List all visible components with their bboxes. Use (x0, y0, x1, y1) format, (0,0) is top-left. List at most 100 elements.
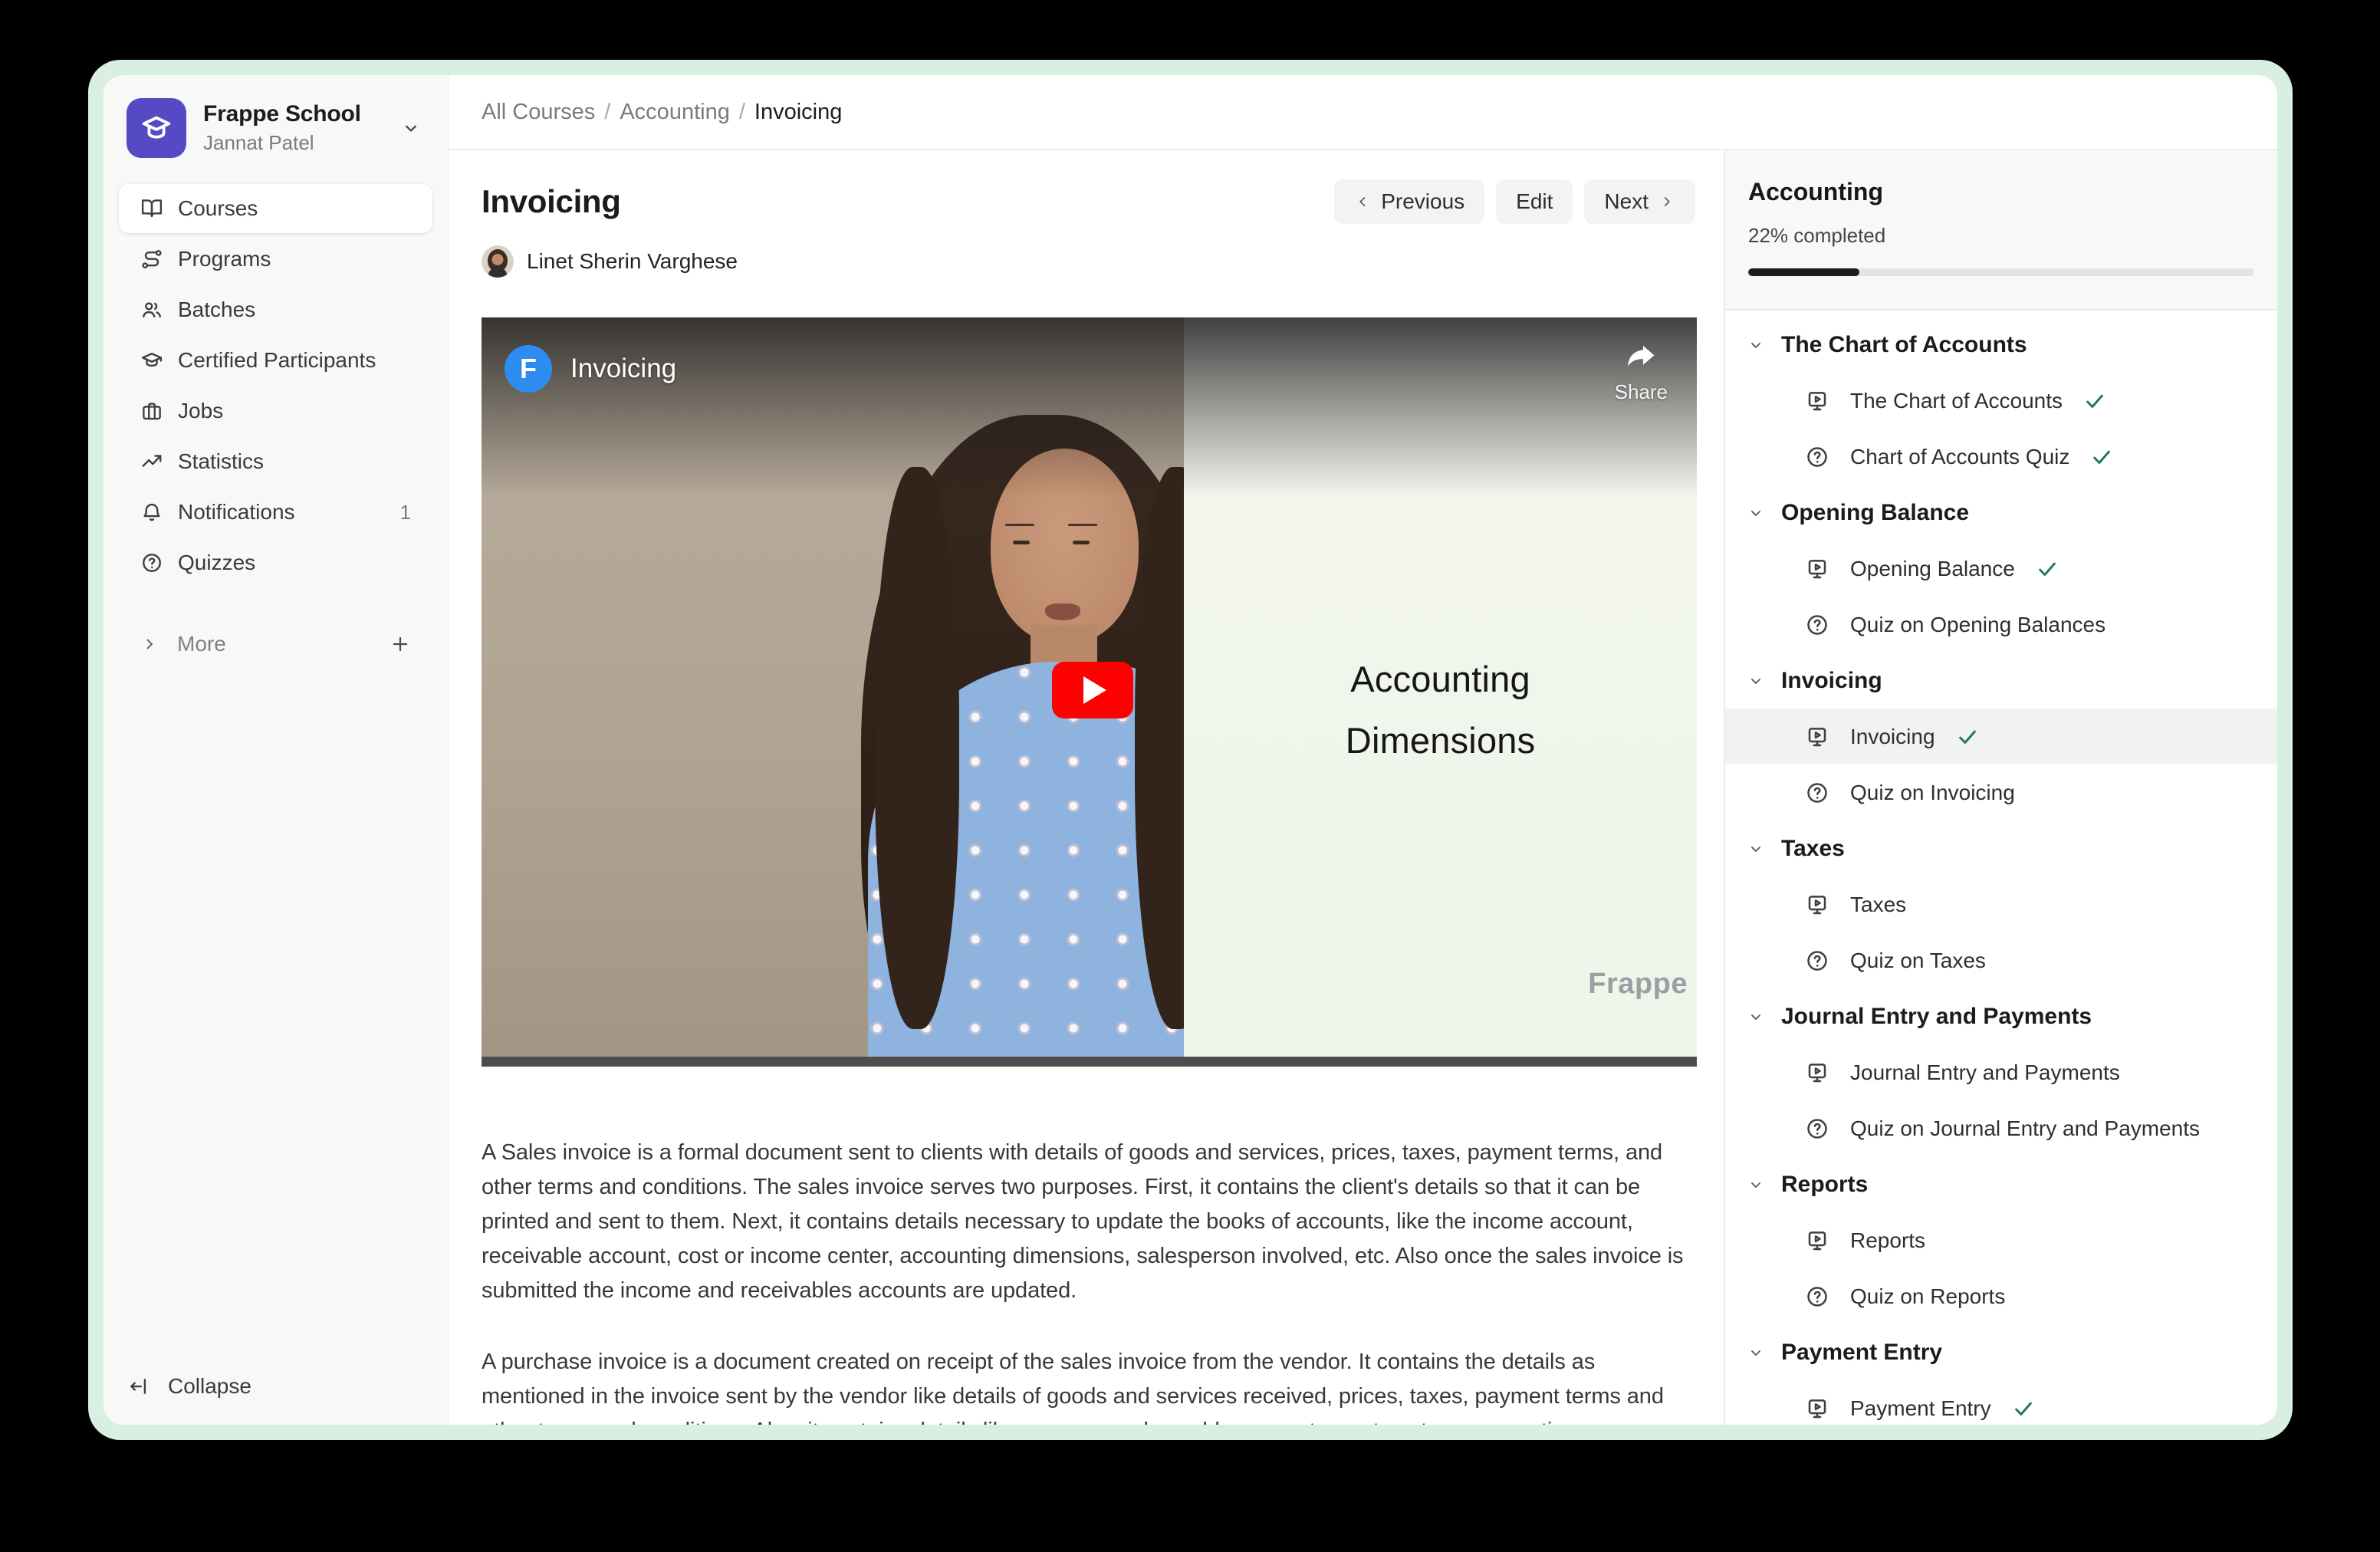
outline-header: Accounting 22% completed (1725, 150, 2277, 311)
lesson-video-icon (1805, 389, 1829, 413)
author-name: Linet Sherin Varghese (527, 249, 738, 274)
left-sidebar: Frappe School Jannat Patel Courses Progr… (104, 75, 449, 1425)
course-title: Accounting (1748, 178, 2254, 206)
chevron-down-icon (1747, 1176, 1765, 1194)
brand-text: Frappe School Jannat Patel (203, 101, 383, 155)
chevron-down-icon (1747, 840, 1765, 858)
lesson-video-icon (1805, 557, 1829, 581)
bell-icon (140, 501, 163, 524)
quiz-question-icon (1805, 445, 1829, 469)
outline-section-invoicing[interactable]: Invoicing (1725, 653, 2277, 709)
progress-text: 22% completed (1748, 224, 2254, 248)
help-circle-icon (140, 551, 163, 574)
completed-check-icon (2090, 446, 2113, 469)
sidebar-item-courses[interactable]: Courses (119, 184, 432, 233)
sidebar-more[interactable]: More (119, 620, 432, 669)
outline-lesson-opening-balance[interactable]: Opening Balance (1725, 541, 2277, 597)
outline-section-opening-balance[interactable]: Opening Balance (1725, 485, 2277, 541)
sidebar-nav: Courses Programs Batches Certified Parti… (104, 182, 448, 589)
app-window-frame: Frappe School Jannat Patel Courses Progr… (88, 60, 2293, 1440)
lesson-actions: Previous Edit Next (1334, 179, 1695, 224)
chevron-down-icon (1747, 1343, 1765, 1362)
sidebar-item-quizzes[interactable]: Quizzes (119, 538, 432, 587)
sidebar-item-batches[interactable]: Batches (119, 285, 432, 334)
completed-check-icon (2012, 1397, 2035, 1420)
outline-quiz-taxes[interactable]: Quiz on Taxes (1725, 932, 2277, 988)
video-progress-bar[interactable] (482, 1057, 1697, 1067)
previous-button[interactable]: Previous (1334, 179, 1484, 224)
outline-lesson-the-chart-of-accounts[interactable]: The Chart of Accounts (1725, 373, 2277, 429)
video-channel-avatar[interactable]: F (505, 345, 552, 393)
briefcase-icon (140, 400, 163, 423)
outline-section-reports[interactable]: Reports (1725, 1156, 2277, 1212)
outline-quiz-journal-entry-and-payments[interactable]: Quiz on Journal Entry and Payments (1725, 1100, 2277, 1156)
share-label: Share (1615, 380, 1668, 404)
video-title[interactable]: Invoicing (570, 353, 676, 384)
main-region: All Courses / Accounting / Invoicing Inv… (449, 75, 2277, 1425)
sidebar-spacer (104, 669, 448, 1374)
outline-lesson-taxes[interactable]: Taxes (1725, 876, 2277, 932)
quiz-question-icon (1805, 949, 1829, 973)
outline-section-chart-of-accounts[interactable]: The Chart of Accounts (1725, 317, 2277, 373)
sidebar-item-statistics[interactable]: Statistics (119, 437, 432, 486)
outline-lesson-journal-entry-and-payments[interactable]: Journal Entry and Payments (1725, 1044, 2277, 1100)
sidebar-item-label: Programs (178, 247, 271, 271)
users-icon (140, 298, 163, 321)
sidebar-collapse-button[interactable]: Collapse (104, 1374, 448, 1425)
school-switcher[interactable]: Frappe School Jannat Patel (104, 75, 448, 158)
sidebar-item-jobs[interactable]: Jobs (119, 386, 432, 436)
outline-quiz-opening-balances[interactable]: Quiz on Opening Balances (1725, 597, 2277, 653)
youtube-play-button[interactable] (1052, 662, 1133, 718)
sidebar-item-notifications[interactable]: Notifications 1 (119, 488, 432, 537)
sidebar-more-label: More (177, 632, 226, 656)
lesson-video-icon (1805, 893, 1829, 917)
outline-quiz-invoicing[interactable]: Quiz on Invoicing (1725, 764, 2277, 820)
graduation-cap-icon (140, 349, 163, 372)
slide-title: Accounting Dimensions (1346, 649, 1536, 771)
brand-user-name: Jannat Patel (203, 131, 383, 155)
sidebar-item-certified-participants[interactable]: Certified Participants (119, 336, 432, 385)
lesson-content: Invoicing Previous Edit Next (449, 150, 1724, 1425)
plus-icon[interactable] (390, 633, 411, 655)
video-title-row: F Invoicing (505, 345, 676, 393)
lesson-video-icon (1805, 1060, 1829, 1085)
chevron-down-icon (1747, 504, 1765, 522)
breadcrumb-accounting[interactable]: Accounting (620, 100, 730, 125)
lesson-video-icon (1805, 725, 1829, 749)
progress-bar-fill (1748, 268, 1859, 276)
outline-lesson-reports[interactable]: Reports (1725, 1212, 2277, 1268)
sidebar-item-label: Jobs (178, 399, 223, 423)
lesson-video-player[interactable]: Accounting Dimensions F Invoicing Share (482, 317, 1697, 1067)
sidebar-collapse-label: Collapse (168, 1374, 251, 1399)
breadcrumb-all-courses[interactable]: All Courses (482, 100, 595, 125)
video-share-button[interactable]: Share (1615, 344, 1668, 404)
edit-button[interactable]: Edit (1496, 179, 1573, 224)
progress-bar (1748, 268, 2254, 276)
next-button[interactable]: Next (1584, 179, 1695, 224)
share-arrow-icon (1624, 344, 1658, 373)
sidebar-item-label: Certified Participants (178, 348, 376, 373)
sidebar-item-label: Courses (178, 196, 258, 221)
trending-up-icon (140, 450, 163, 473)
chevron-down-icon (400, 117, 422, 139)
desktop: { "colors": { "frame_mint": "#d9efe1", "… (0, 0, 2380, 1552)
quiz-question-icon (1805, 1116, 1829, 1141)
breadcrumb-bar: All Courses / Accounting / Invoicing (449, 75, 2277, 150)
sidebar-item-programs[interactable]: Programs (119, 235, 432, 284)
outline-lesson-invoicing[interactable]: Invoicing (1725, 709, 2277, 764)
breadcrumb-current: Invoicing (754, 100, 842, 125)
course-outline-sidebar: Accounting 22% completed The Chart of Ac… (1724, 150, 2277, 1425)
outline-quiz-reports[interactable]: Quiz on Reports (1725, 1268, 2277, 1324)
outline-section-taxes[interactable]: Taxes (1725, 820, 2277, 876)
quiz-question-icon (1805, 781, 1829, 805)
app-window: Frappe School Jannat Patel Courses Progr… (104, 75, 2277, 1425)
chevron-right-icon (1658, 193, 1675, 210)
outline-section-payment-entry[interactable]: Payment Entry (1725, 1324, 2277, 1380)
outline-quiz-chart-of-accounts-quiz[interactable]: Chart of Accounts Quiz (1725, 429, 2277, 485)
collapse-left-icon (128, 1375, 151, 1398)
chevron-left-icon (1354, 193, 1371, 210)
sidebar-item-label: Statistics (178, 449, 264, 474)
outline-lesson-payment-entry[interactable]: Payment Entry (1725, 1380, 2277, 1425)
outline-list: The Chart of Accounts The Chart of Accou… (1725, 311, 2277, 1425)
outline-section-journal-entry-and-payments[interactable]: Journal Entry and Payments (1725, 988, 2277, 1044)
